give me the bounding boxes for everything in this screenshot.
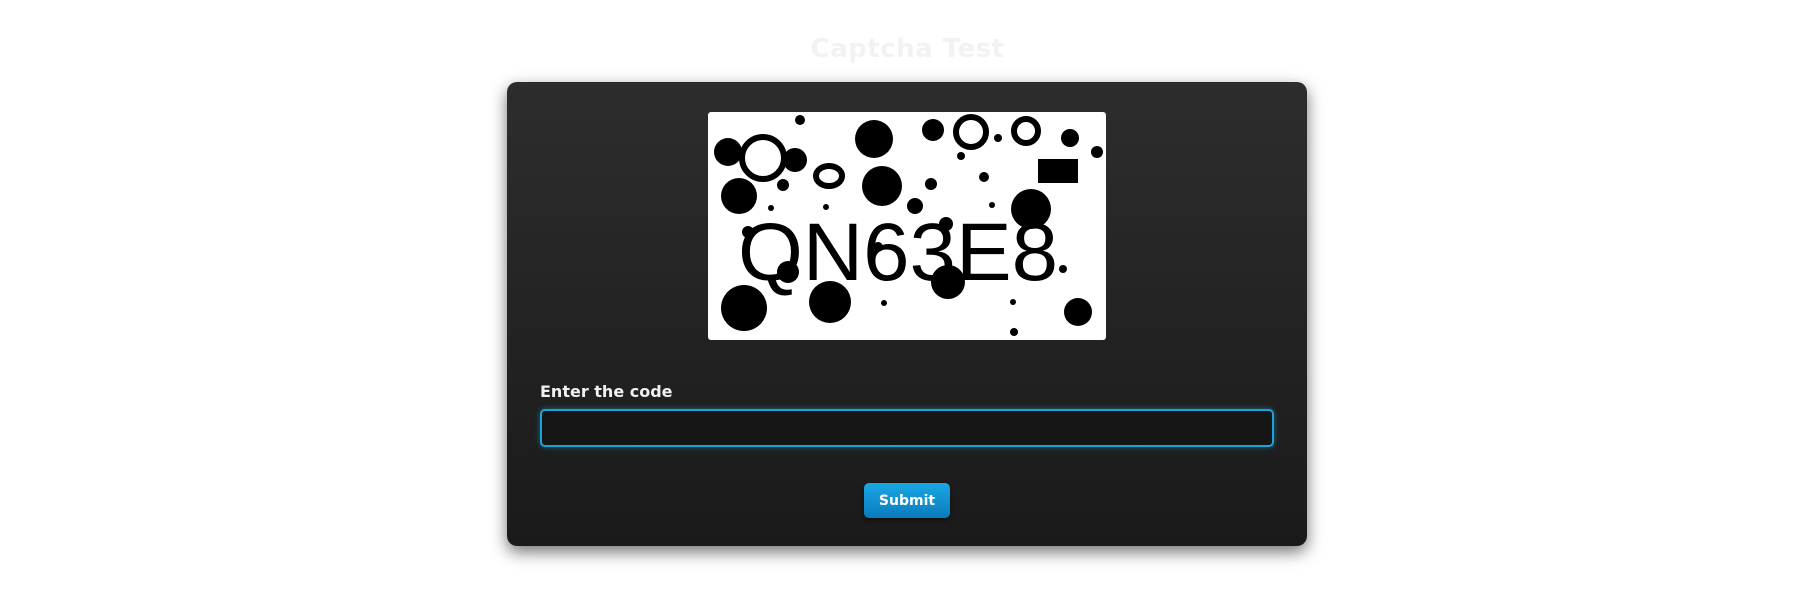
page-title: Captcha Test: [810, 34, 1005, 64]
submit-button[interactable]: Submit: [864, 483, 950, 518]
code-input[interactable]: [540, 409, 1274, 447]
captcha-card: QN63E8 Enter the code Submit: [507, 82, 1307, 546]
captcha-code-text: QN63E8: [738, 207, 1058, 298]
captcha-image: QN63E8: [708, 112, 1106, 340]
code-field-label: Enter the code: [540, 382, 673, 401]
captcha-noise-graphic: QN63E8: [714, 114, 1103, 336]
